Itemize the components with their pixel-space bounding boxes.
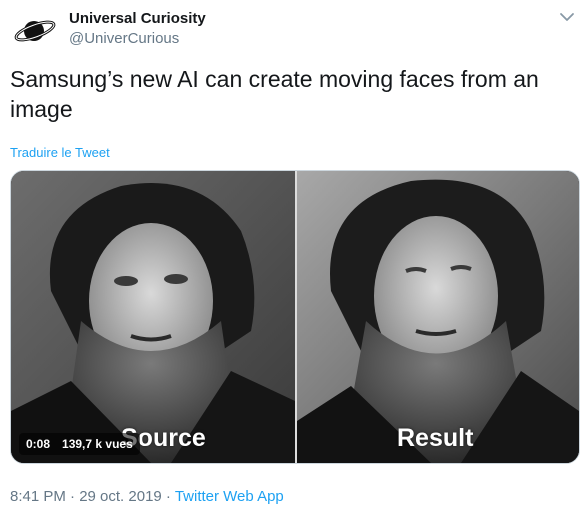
video-duration: 0:08: [26, 437, 51, 451]
video-stats-overlay: 0:08 139,7 k vues: [19, 433, 140, 455]
video-player[interactable]: Source Result 0:08 139,7 k vues: [10, 170, 580, 464]
chevron-down-icon[interactable]: [558, 8, 576, 26]
video-frame: [11, 171, 579, 463]
source-panel: [11, 171, 295, 463]
planet-logo-icon: [11, 7, 59, 55]
tweet: Universal Curiosity @UniverCurious Samsu…: [0, 0, 586, 516]
result-panel: [297, 171, 579, 463]
tweet-text: Samsung’s new AI can create moving faces…: [10, 66, 539, 122]
video-views: 139,7 k vues: [62, 437, 133, 451]
tweet-client-link[interactable]: Twitter Web App: [175, 488, 284, 505]
tweet-meta: 8:41 PM · 29 oct. 2019 · Twitter Web App: [10, 488, 284, 505]
result-label: Result: [397, 424, 474, 452]
author-handle[interactable]: @UniverCurious: [69, 30, 179, 47]
translate-link[interactable]: Traduire le Tweet: [10, 145, 110, 160]
author-name[interactable]: Universal Curiosity: [69, 10, 206, 27]
tweet-timestamp[interactable]: 8:41 PM · 29 oct. 2019 ·: [10, 488, 171, 505]
avatar[interactable]: [10, 6, 60, 56]
tweet-header: Universal Curiosity @UniverCurious: [10, 6, 576, 56]
